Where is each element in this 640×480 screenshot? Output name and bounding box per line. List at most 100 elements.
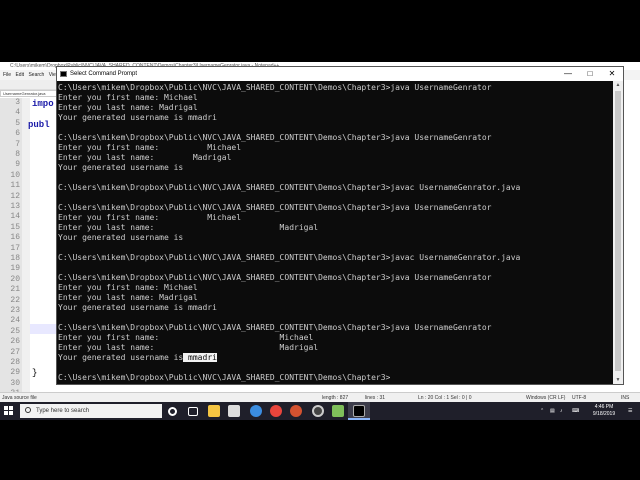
line-number: 17 [10,243,20,253]
line-number: 10 [10,170,20,180]
console-line: C:\Users\mikem\Dropbox\Public\NVC\JAVA_S… [58,323,491,333]
line-number: 13 [10,202,20,211]
edge-icon[interactable] [250,405,262,417]
line-number: 6 [15,129,20,139]
console-line-text: Enter you last name: Madrigal [58,293,198,302]
scroll-thumb[interactable] [615,91,621,371]
console-line: Your generated username is mmadri [58,113,217,123]
console-line-text: Enter you first name: Michael [58,143,242,152]
line-number: 12 [10,191,20,201]
console-line-text: Your generated username is mmadri [58,303,217,312]
console-line: C:\Users\mikem\Dropbox\Public\NVC\JAVA_S… [58,133,491,143]
line-number-gutter: 3 4 5 6 7 8 9 10 11 12 13 14 15 16 17 18 19 20 21 22 23 24 25 2… [0,98,22,401]
console-line: C:\Users\mikem\Dropbox\Public\NVC\JAVA_S… [58,373,390,383]
cmd-title: Select Command Prompt [70,71,138,77]
line-number: 20 [10,274,20,284]
console-line: C:\Users\mikem\Dropbox\Public\NVC\JAVA_S… [58,203,491,213]
code-public-keyword: publ [28,120,50,130]
console-line-text: C:\Users\mikem\Dropbox\Public\NVC\JAVA_S… [58,133,492,142]
command-prompt-window[interactable]: Select Command Prompt — □ ✕ C:\Users\mik… [56,66,624,385]
scroll-up-icon[interactable]: ▲ [613,81,623,89]
console-line-text: C:\Users\mikem\Dropbox\Public\NVC\JAVA_S… [58,323,492,332]
task-view-icon[interactable] [188,407,198,416]
line-number: 30 [10,378,20,388]
line-number: 4 [15,108,20,118]
line-number: 9 [15,160,20,170]
line-number: 21 [10,285,20,295]
cmd-app-icon [60,71,67,77]
console-line-text: Enter you last name: Madrigal [58,343,319,352]
search-icon [25,407,31,413]
console-line-text: C:\Users\mikem\Dropbox\Public\NVC\JAVA_S… [58,83,492,92]
line-number: 24 [10,316,20,326]
line-number: 19 [10,264,20,274]
notifications-icon[interactable]: ☰ [628,402,632,420]
code-closing-brace: } [32,368,38,378]
store-icon[interactable] [228,405,240,417]
selected-text[interactable]: mmadri [183,353,217,362]
cmd-title-bar[interactable]: Select Command Prompt — □ ✕ [57,67,623,81]
notepad-plus-plus-icon[interactable] [332,405,344,417]
line-number: 11 [10,181,20,191]
console-line-text: Your generated username is [58,353,184,362]
search-placeholder: Type here to search [36,408,90,414]
taskbar-search-input[interactable]: Type here to search [20,404,162,418]
minimize-icon[interactable]: — [557,67,579,81]
cortana-icon[interactable] [168,407,177,416]
network-icon[interactable]: ▤ [550,402,555,420]
line-number: 16 [10,233,20,243]
console-line-text: C:\Users\mikem\Dropbox\Public\NVC\JAVA_S… [58,253,521,262]
file-tab[interactable]: UsernameGenrator.java [0,90,58,97]
keyboard-icon[interactable]: ⌨ [572,402,579,420]
console-line: Your generated username is mmadri [58,353,217,363]
console-line: C:\Users\mikem\Dropbox\Public\NVC\JAVA_S… [58,183,520,193]
console-line: Enter you last name: Madrigal [58,153,231,163]
notepad-status-bar: Java source file length : 827 lines : 31… [0,392,640,402]
clock-time: 4:46 PM [594,404,614,410]
chrome-icon[interactable] [270,405,282,417]
line-number: 29 [10,368,20,378]
taskbar: Type here to search ⌃ ▤ ♪ ⌨ 4:46 PM 9/18… [0,402,640,420]
powerpoint-icon[interactable] [290,405,302,417]
cmd-icon [353,405,365,417]
console-line: Enter you first name: Michael [58,143,241,153]
menu-search[interactable]: Search [28,72,44,78]
cmd-scrollbar[interactable]: ▲ ▼ [613,81,623,384]
menu-file[interactable]: File [3,72,11,78]
console-line-text: Enter you last name: Madrigal [58,223,319,232]
console-line: Your generated username is mmadri [58,303,217,313]
console-line: Enter you first name: Michael [58,213,241,223]
cmd-taskbar-button[interactable] [348,402,370,420]
line-number: 23 [10,306,20,315]
console-line: Enter you first name: Michael [58,283,198,293]
tray-chevron-icon[interactable]: ⌃ [540,402,544,420]
maximize-icon[interactable]: □ [579,67,601,81]
menu-edit[interactable]: Edit [15,72,24,78]
screen-frame: C:\Users\mikem\Dropbox\Public\NVC\JAVA_S… [0,62,640,420]
code-import-keyword: impo [32,99,54,109]
line-number: 8 [15,150,20,159]
line-number: 28 [10,358,20,367]
volume-icon[interactable]: ♪ [560,402,563,420]
console-line-text: Your generated username is mmadri [58,113,217,122]
file-explorer-icon[interactable] [208,405,220,417]
console-line-text: C:\Users\mikem\Dropbox\Public\NVC\JAVA_S… [58,183,521,192]
clock-date: 9/18/2019 [592,411,616,417]
taskbar-clock[interactable]: 4:46 PM 9/18/2019 [586,404,622,418]
console-line: Enter you first name: Michael [58,93,198,103]
console-line: Enter you last name: Madrigal [58,293,198,303]
console-line-text: C:\Users\mikem\Dropbox\Public\NVC\JAVA_S… [58,373,391,382]
close-icon[interactable]: ✕ [601,67,623,81]
scroll-down-icon[interactable]: ▼ [613,376,623,384]
cmd-console-output[interactable]: C:\Users\mikem\Dropbox\Public\NVC\JAVA_S… [57,81,613,384]
obs-icon[interactable] [312,405,324,417]
notepad-toolbar [0,80,60,90]
console-line-text: Enter you first name: Michael [58,283,198,292]
console-line-text: Enter you first name: Michael [58,93,198,102]
console-line-text: Enter you first name: Michael [58,333,314,342]
console-line: C:\Users\mikem\Dropbox\Public\NVC\JAVA_S… [58,253,520,263]
console-line-text: Your generated username is [58,163,184,172]
console-line: Enter you last name: Madrigal [58,223,318,233]
line-number: 14 [10,212,20,222]
windows-start-icon[interactable] [4,406,14,416]
